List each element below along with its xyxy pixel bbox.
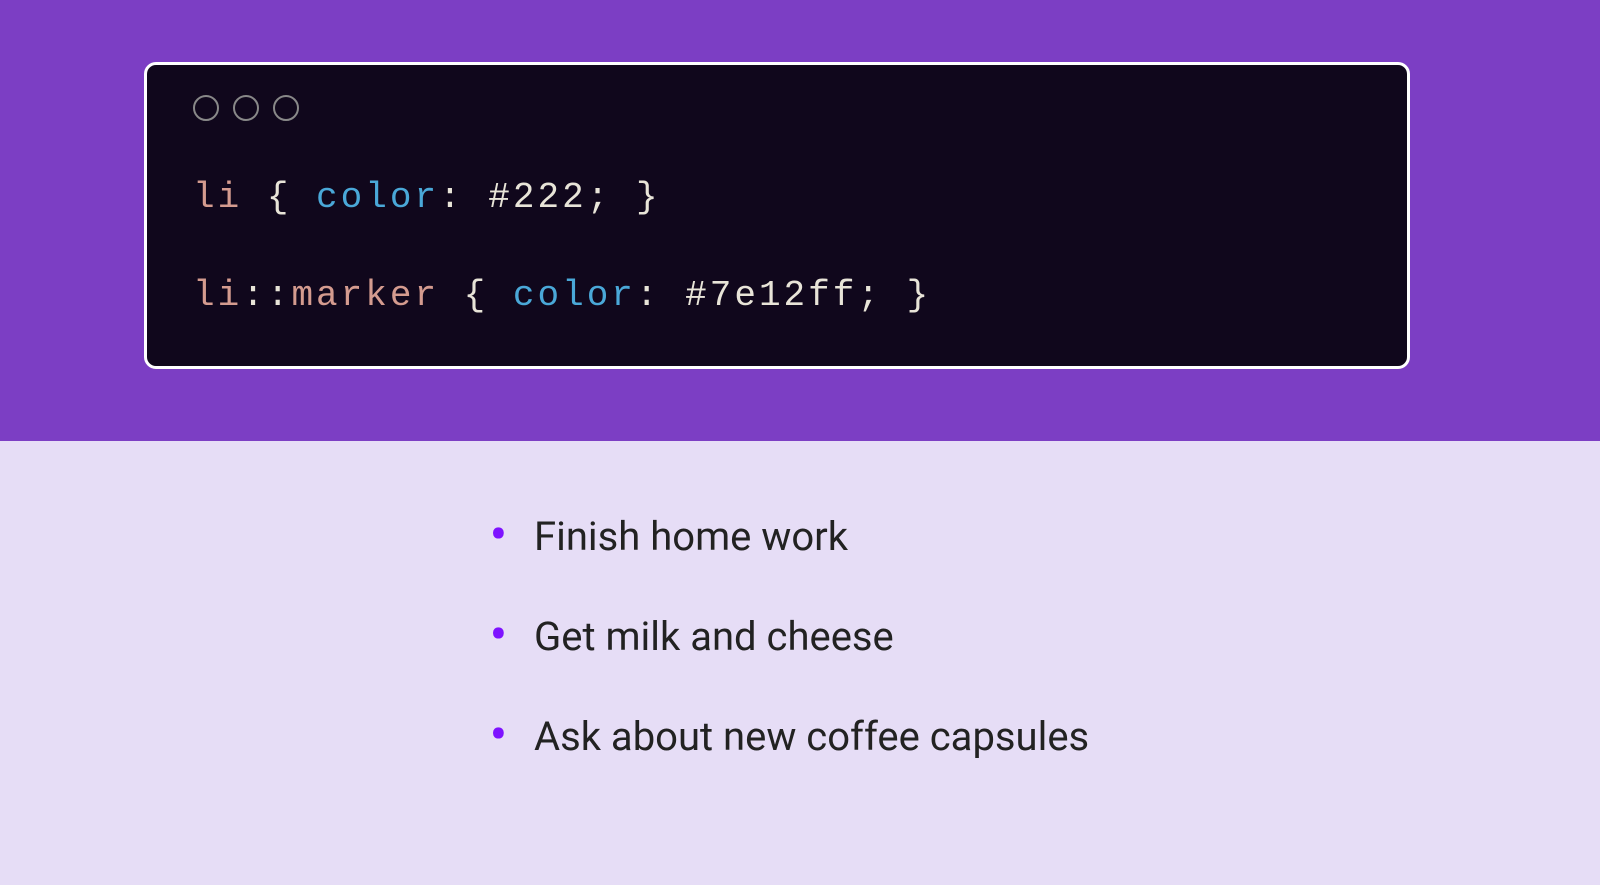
window-control-circle: [273, 95, 299, 121]
code-colon: :: [439, 177, 464, 218]
code-pseudo-colons: ::: [242, 275, 291, 316]
code-colon: :: [636, 275, 661, 316]
code-brace: }: [636, 177, 661, 218]
window-control-circle: [233, 95, 259, 121]
code-brace: {: [267, 177, 292, 218]
code-selector: li: [193, 177, 242, 218]
window-controls: [193, 95, 1361, 121]
code-pseudo: marker: [291, 275, 439, 316]
code-property: color: [316, 177, 439, 218]
code-value: #222: [488, 177, 586, 218]
code-semicolon: ;: [857, 275, 882, 316]
window-control-circle: [193, 95, 219, 121]
todo-list: Finish home work Get milk and cheese Ask…: [490, 511, 1600, 763]
list-item: Finish home work: [490, 511, 1600, 563]
code-line-2: li::marker { color: #7e12ff; }: [193, 267, 1361, 325]
code-selector: li: [193, 275, 242, 316]
code-line-1: li { color: #222; }: [193, 169, 1361, 227]
code-brace: {: [464, 275, 489, 316]
list-item: Ask about new coffee capsules: [490, 711, 1600, 763]
code-example-section: li { color: #222; } li::marker { color: …: [0, 0, 1600, 441]
code-window: li { color: #222; } li::marker { color: …: [144, 62, 1410, 369]
code-property: color: [513, 275, 636, 316]
code-value: #7e12ff: [685, 275, 857, 316]
code-semicolon: ;: [587, 177, 612, 218]
list-item: Get milk and cheese: [490, 611, 1600, 663]
code-brace: }: [907, 275, 932, 316]
rendered-output-section: Finish home work Get milk and cheese Ask…: [0, 441, 1600, 885]
